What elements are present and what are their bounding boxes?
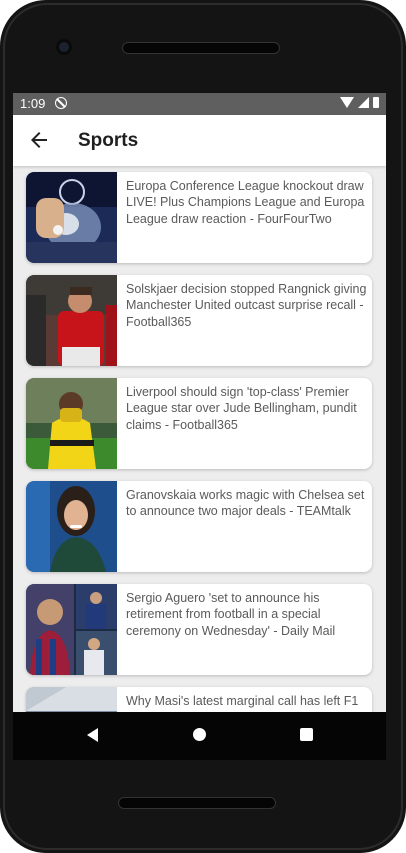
system-nav-bar xyxy=(13,712,386,760)
status-icons xyxy=(340,97,379,108)
article-thumbnail xyxy=(26,584,117,675)
article-title: Europa Conference League knockout draw L… xyxy=(126,179,365,226)
battery-icon xyxy=(373,97,379,108)
back-button[interactable] xyxy=(27,128,51,152)
article-thumbnail xyxy=(26,481,117,572)
article-card[interactable]: Why Masi's latest marginal call has left… xyxy=(26,687,372,712)
article-card[interactable]: Sergio Aguero 'set to announce his retir… xyxy=(26,584,372,675)
article-card[interactable]: Solskjaer decision stopped Rangnick givi… xyxy=(26,275,372,366)
article-thumbnail xyxy=(26,275,117,366)
article-list[interactable]: Europa Conference League knockout draw L… xyxy=(13,166,386,712)
bottom-speaker xyxy=(118,797,276,809)
top-speaker xyxy=(122,42,280,54)
app-screen: 1:09 Sports Europa Conference League kno… xyxy=(13,93,386,760)
article-title: Sergio Aguero 'set to announce his retir… xyxy=(126,591,336,638)
article-title: Granovskaia works magic with Chelsea set… xyxy=(126,488,365,519)
signal-icon xyxy=(358,97,369,108)
triangle-back-icon[interactable] xyxy=(87,728,98,742)
arrow-left-icon xyxy=(31,132,47,148)
do-not-disturb-icon xyxy=(55,97,67,109)
phone-frame: 1:09 Sports Europa Conference League kno… xyxy=(0,0,406,853)
page-title: Sports xyxy=(78,130,139,151)
article-thumbnail xyxy=(26,687,117,712)
article-title: Why Masi's latest marginal call has left… xyxy=(126,694,359,708)
article-card[interactable]: Europa Conference League knockout draw L… xyxy=(26,172,372,263)
article-thumbnail xyxy=(26,172,117,263)
article-title: Solskjaer decision stopped Rangnick givi… xyxy=(126,282,367,329)
status-bar: 1:09 xyxy=(13,93,386,115)
square-recents-icon[interactable] xyxy=(300,728,313,741)
front-camera xyxy=(56,39,72,55)
status-time: 1:09 xyxy=(20,96,46,111)
app-bar: Sports xyxy=(13,115,386,166)
article-card[interactable]: Granovskaia works magic with Chelsea set… xyxy=(26,481,372,572)
wifi-icon xyxy=(340,97,354,108)
article-thumbnail xyxy=(26,378,117,469)
article-card[interactable]: Liverpool should sign 'top-class' Premie… xyxy=(26,378,372,469)
article-title: Liverpool should sign 'top-class' Premie… xyxy=(126,385,357,432)
circle-home-icon[interactable] xyxy=(193,728,206,741)
